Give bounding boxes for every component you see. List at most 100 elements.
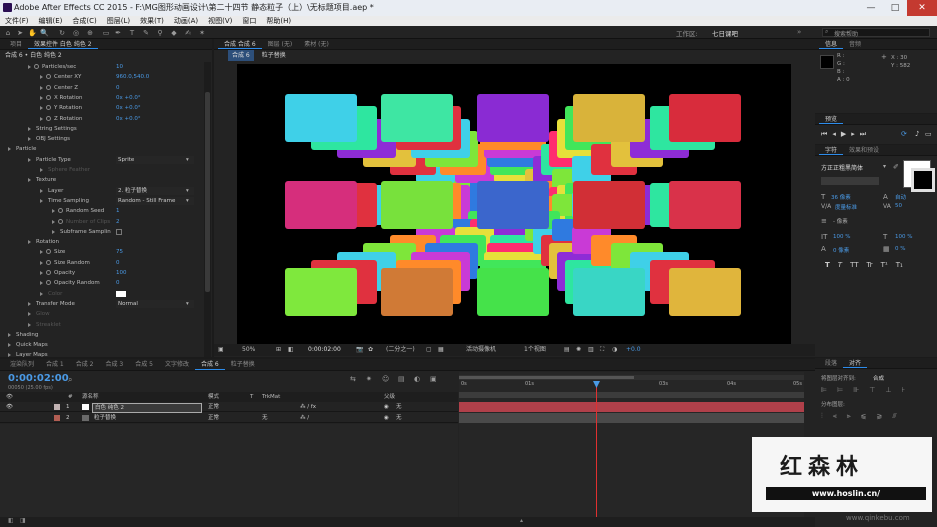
effect-property-row[interactable]: Opacity 100 [0,268,200,278]
expand-triangle-icon[interactable] [28,157,31,162]
expand-triangle-icon[interactable] [40,281,43,286]
property-value[interactable]: 0x +0.0° [116,93,141,103]
property-value[interactable]: 0x +0.0° [116,103,141,113]
tab-info[interactable]: 信息 [819,39,844,49]
eyedropper-icon[interactable]: ✐ [893,163,899,171]
pan-behind-icon[interactable]: ⊕ [86,29,94,37]
property-value[interactable]: 960.0,540.0 [116,72,149,82]
font-dropdown-icon[interactable]: ▾ [883,163,886,170]
effect-property-row[interactable]: Size 75 [0,247,200,257]
effect-property-row[interactable]: Time Sampling Random - Still Frame ▾ [0,196,200,206]
horizontal-scale-value[interactable]: 100 % [895,234,912,240]
ram-preview-icon[interactable]: ▭ [925,130,932,138]
tab-effect-controls[interactable]: 效果控件 白色 纯色 2 [28,39,98,49]
expand-triangle-icon[interactable] [28,126,31,131]
layer-parent[interactable]: 无 [396,413,402,423]
tab-comp6[interactable]: 合成 6 [194,359,225,370]
work-area-bar[interactable] [459,375,804,380]
font-style-select[interactable] [821,177,879,185]
stroke-color-swatch[interactable] [911,168,935,192]
reset-exposure-icon[interactable]: ◑ [612,344,617,356]
tab-comp5[interactable]: 合成 5 [129,359,159,370]
graph-editor-icon[interactable]: ▣ [430,375,437,383]
tab-particle-replace[interactable]: 粒子替换 [225,359,261,370]
baseline-shift-value[interactable]: 0 像素 [833,246,849,254]
shy-icon[interactable]: ☺ [382,375,389,383]
subscript-button[interactable]: T₁ [896,261,903,269]
layer-mode[interactable]: 正常 [208,402,219,412]
puppet-pin-icon[interactable]: ✶ [198,29,206,37]
layer-2-duration-bar[interactable] [459,413,804,423]
clone-stamp-icon[interactable]: ⚲ [156,29,164,37]
faux-bold-button[interactable]: T [825,261,830,269]
leading-value[interactable]: 自动 [895,193,906,201]
effect-property-row[interactable]: Subframe Samplin [0,227,200,237]
tab-text-edit[interactable]: 文字修改 [159,359,195,370]
superscript-button[interactable]: T¹ [881,261,888,269]
zoom-slider[interactable] [459,376,634,379]
timeline-timecode[interactable]: 0:00:02:00 [8,373,69,384]
layer-name[interactable]: 粒子替换 [94,413,116,423]
prev-frame-icon[interactable]: ◂ [832,130,841,138]
property-dropdown[interactable]: Normal [116,299,194,308]
stopwatch-icon[interactable] [46,259,51,265]
menu-animation[interactable]: 动画(A) [169,16,203,26]
color-swatch[interactable] [116,290,126,297]
expand-triangle-icon[interactable] [40,188,43,193]
expand-triangle-icon[interactable] [8,147,11,152]
draft-3d-icon[interactable]: ✷ [366,375,372,383]
stopwatch-icon[interactable] [46,84,51,90]
effect-property-row[interactable]: Random Seed 1 [0,206,200,216]
checkbox[interactable] [116,228,122,235]
layer-trkmat[interactable]: 无 [262,413,268,423]
all-caps-button[interactable]: TT [850,261,858,269]
timeline-icon[interactable]: ▥ [588,344,594,356]
expand-triangle-icon[interactable] [40,260,43,265]
expand-triangle-icon[interactable] [40,250,43,255]
stopwatch-icon[interactable] [46,74,51,80]
expand-triangle-icon[interactable] [28,137,31,142]
effect-property-row[interactable]: Sphere Feather [0,165,200,175]
expand-triangle-icon[interactable] [52,209,55,214]
toggle-modes-icon[interactable]: ◨ [20,517,26,524]
toggle-pixel-icon[interactable]: ▤ [564,344,570,356]
stopwatch-icon[interactable] [58,218,63,224]
color-channel-icon[interactable]: ✿ [368,344,373,356]
next-frame-icon[interactable]: ▸ [851,130,860,138]
tab-character[interactable]: 字符 [819,145,844,155]
hand-tool-icon[interactable]: ✋ [28,29,37,37]
tab-footage[interactable]: 素材 (无) [298,39,335,49]
expand-triangle-icon[interactable] [28,312,31,317]
minimize-button[interactable]: — [859,0,883,16]
rotate-tool-icon[interactable]: ↻ [58,29,66,37]
effect-property-row[interactable]: Color [0,289,200,299]
timeline-search-icon[interactable]: ⌕ [68,375,72,385]
tab-comp1[interactable]: 合成 1 [40,359,70,370]
effect-property-row[interactable]: Rotation [0,237,200,247]
expand-triangle-icon[interactable] [40,168,43,172]
property-value[interactable]: 0 [116,258,120,268]
stopwatch-icon[interactable] [46,270,51,275]
tracking-value[interactable]: 50 [895,203,902,209]
expand-triangle-icon[interactable] [40,75,43,80]
tab-composition[interactable]: 合成 合成 6 [218,39,262,49]
mute-icon[interactable]: ♪ [915,130,919,138]
effect-property-row[interactable]: X Rotation 0x +0.0° [0,93,200,103]
effect-property-row[interactable]: OBJ Settings [0,134,200,144]
expand-triangle-icon[interactable] [8,343,11,348]
layer-label-color[interactable] [54,404,60,410]
expand-triangle-icon[interactable] [28,178,31,183]
property-value[interactable]: 10 [116,62,123,72]
resolution-select[interactable]: (二分之一) [386,344,415,356]
dropdown-arrow-icon[interactable]: ▾ [186,155,189,165]
roto-brush-icon[interactable]: ✍ [184,29,192,37]
type-tool-icon[interactable]: T [128,29,136,37]
stopwatch-icon[interactable] [46,280,51,286]
transparency-grid-icon[interactable]: ▦ [438,344,444,356]
property-value[interactable]: 2 [116,217,120,227]
work-area[interactable] [459,392,804,398]
effect-property-row[interactable]: Center Z 0 [0,83,200,93]
expand-triangle-icon[interactable] [40,271,43,275]
vertical-scale-value[interactable]: 100 % [833,234,850,240]
parent-pickwhip-icon[interactable]: ◉ [384,413,389,423]
